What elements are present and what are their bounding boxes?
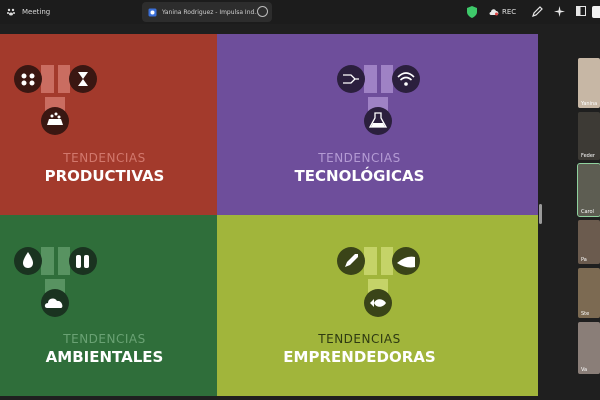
participant-tile[interactable]: Ste — [578, 268, 600, 318]
participant-strip: Yanina Feder Carol Pa Ste Va — [577, 58, 600, 376]
participant-name: Va — [581, 367, 588, 373]
shield-icon[interactable] — [467, 6, 477, 18]
battery-icon — [69, 247, 97, 275]
quadrant-tecnologicas: TENDENCIAS TECNOLÓGICAS — [217, 34, 538, 215]
effects-sparkle-icon[interactable] — [554, 6, 565, 17]
participant-tile[interactable]: Va — [578, 322, 600, 374]
circuit-icon — [337, 65, 365, 93]
participant-tile[interactable]: Pa — [578, 220, 600, 264]
participant-name: Carol — [581, 209, 594, 215]
quadrant-title: EMPRENDEDORAS — [283, 348, 436, 366]
share-title: Yanina Rodriguez - Impulsa Ind... — [162, 8, 257, 16]
entrepreneur-icons-graphic — [337, 247, 420, 317]
record-label[interactable]: REC — [502, 0, 516, 24]
technology-icons-graphic — [337, 65, 420, 135]
meeting-toolbar: Meeting Yanina Rodriguez - Impulsa Ind..… — [0, 0, 600, 24]
hourglass-icon — [69, 65, 97, 93]
participant-tile[interactable]: Feder — [578, 112, 600, 160]
flask-icon — [364, 107, 392, 135]
paw-logo-icon — [6, 0, 16, 24]
quadrant-subtitle: TENDENCIAS — [318, 151, 401, 165]
panel-layout-icon[interactable] — [576, 6, 586, 16]
shared-screen-icon — [148, 8, 157, 16]
productive-icons-graphic — [14, 65, 97, 135]
participant-tile[interactable]: Carol — [577, 163, 600, 217]
gears-icon — [14, 65, 42, 93]
presentation-scroll-handle[interactable] — [539, 204, 542, 224]
quadrant-title: TECNOLÓGICAS — [294, 167, 425, 185]
quadrant-productivas: TENDENCIAS PRODUCTIVAS — [0, 34, 217, 215]
quadrant-emprendedoras: TENDENCIAS EMPRENDEDORAS — [217, 215, 538, 396]
shared-screen: TENDENCIAS PRODUCTIVAS TENDENCIAS TECNOL… — [0, 34, 538, 396]
participant-name: Feder — [581, 153, 595, 159]
quadrant-ambientales: TENDENCIAS AMBIENTALES — [0, 215, 217, 396]
environment-icons-graphic — [14, 247, 97, 317]
participant-tile[interactable]: Yanina — [578, 58, 600, 108]
cloud-record-icon — [489, 9, 499, 16]
wifi-icon — [392, 65, 420, 93]
close-icon[interactable] — [592, 6, 600, 18]
more-options-icon[interactable] — [257, 6, 268, 17]
participant-name: Yanina — [581, 101, 598, 107]
screen-share-tab[interactable]: Yanina Rodriguez - Impulsa Ind... — [142, 2, 272, 22]
pen-annotate-icon[interactable] — [532, 6, 543, 17]
participant-name: Pa — [581, 257, 587, 263]
participant-name: Ste — [581, 311, 590, 317]
meeting-title: Meeting — [22, 8, 51, 16]
quadrant-subtitle: TENDENCIAS — [318, 332, 401, 346]
